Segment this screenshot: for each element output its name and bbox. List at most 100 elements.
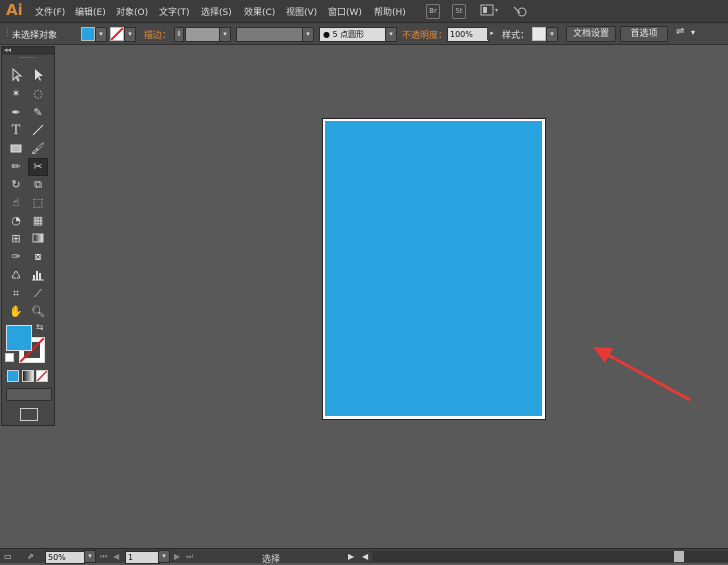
symbol-sprayer-tool-icon[interactable]: ♺ xyxy=(7,268,25,284)
stroke-weight-dropdown[interactable]: ▾ xyxy=(219,27,231,42)
style-dropdown-arrow[interactable]: ▾ xyxy=(546,27,558,42)
zoom-tool-icon[interactable]: 🔍︎ xyxy=(29,304,47,320)
free-transform-tool-icon[interactable]: ⬚ xyxy=(29,195,47,211)
workspace-layout-icon[interactable] xyxy=(480,4,500,17)
tools-grip[interactable] xyxy=(20,57,36,60)
artboard-number-field[interactable]: 1 xyxy=(125,551,160,564)
selection-tool-icon[interactable] xyxy=(7,67,25,84)
control-bar-grip: ⋮ xyxy=(3,28,12,38)
menu-type[interactable]: 文字(T) xyxy=(159,5,190,18)
menu-select[interactable]: 选择(S) xyxy=(201,5,232,18)
collapse-panel-icon[interactable]: ◂◂ xyxy=(4,46,11,54)
stock-icon[interactable]: St xyxy=(452,4,466,19)
rectangle-tool-icon[interactable] xyxy=(7,141,25,157)
current-tool-status: 选择 xyxy=(262,555,281,565)
last-artboard-icon[interactable]: ⏭ xyxy=(186,552,193,562)
zoom-dropdown-arrow[interactable]: ▾ xyxy=(84,550,96,563)
menu-edit[interactable]: 编辑(E) xyxy=(75,5,106,18)
fill-dropdown-arrow[interactable]: ▾ xyxy=(95,27,107,42)
curvature-tool-icon[interactable]: ✎ xyxy=(29,105,47,121)
warp-tool-icon[interactable]: ☝ xyxy=(7,195,25,211)
fill-color-swatch[interactable] xyxy=(81,27,95,41)
status-bar: ▭ ⇗ 50% ▾ ⏮ ◀ 1 ▾ ▶ ⏭ 选择 ▶ ◀ xyxy=(0,548,728,565)
scrollbar-thumb[interactable] xyxy=(674,551,684,562)
share-icon[interactable]: ⇗ xyxy=(27,552,34,561)
slice-tool-icon[interactable]: ⟋ xyxy=(29,286,47,302)
menu-object[interactable]: 对象(O) xyxy=(116,5,148,18)
mesh-tool-icon[interactable]: ⊞ xyxy=(7,231,25,247)
next-artboard-icon[interactable]: ▶ xyxy=(174,552,180,561)
type-tool-icon[interactable]: T xyxy=(7,123,25,139)
prev-artboard-icon[interactable]: ◀ xyxy=(113,552,119,561)
document-setup-button[interactable]: 文档设置 xyxy=(566,26,616,42)
opacity-label[interactable]: 不透明度： xyxy=(402,28,447,41)
sync-settings-icon[interactable] xyxy=(512,4,530,17)
stroke-weight-stepper[interactable]: ⇕ xyxy=(174,27,184,42)
shape-builder-tool-icon[interactable]: ◔ xyxy=(7,213,25,229)
zoom-field[interactable]: 50% xyxy=(45,551,85,564)
graphic-style-swatch[interactable] xyxy=(532,27,546,41)
panel-menu-arrow-icon[interactable]: ▾ xyxy=(691,28,695,37)
eyedropper-tool-icon[interactable]: ✑ xyxy=(7,249,25,265)
stroke-weight-field[interactable] xyxy=(185,27,220,42)
scale-tool-icon[interactable]: ⧉ xyxy=(29,177,47,193)
artboard-dropdown-arrow[interactable]: ▾ xyxy=(158,550,170,563)
blend-tool-icon[interactable]: ⧇ xyxy=(29,249,47,265)
stroke-color-swatch[interactable] xyxy=(110,27,124,41)
menu-effect[interactable]: 效果(C) xyxy=(244,5,275,18)
menu-view[interactable]: 视图(V) xyxy=(286,5,317,18)
status-menu-arrow-icon[interactable]: ▶ xyxy=(348,552,354,561)
brush-dot-icon: ● xyxy=(323,30,330,39)
stroke-dropdown-arrow[interactable]: ▾ xyxy=(124,27,136,42)
menu-bar: Ai 文件(F) 编辑(E) 对象(O) 文字(T) 选择(S) 效果(C) 视… xyxy=(0,0,728,23)
menu-file[interactable]: 文件(F) xyxy=(35,5,65,18)
opacity-arrow[interactable]: ▸ xyxy=(487,27,497,40)
scroll-left-icon[interactable]: ◀ xyxy=(362,552,368,561)
magic-wand-tool-icon[interactable]: ✶ xyxy=(7,86,25,102)
pen-tool-icon[interactable]: ✒ xyxy=(7,105,25,121)
perspective-grid-tool-icon[interactable]: ▦ xyxy=(29,213,47,229)
artboard-tool-icon[interactable]: ⌗ xyxy=(7,286,25,302)
blue-rectangle[interactable] xyxy=(325,121,542,416)
rotate-tool-icon[interactable]: ↻ xyxy=(7,177,25,193)
direct-selection-tool-icon[interactable] xyxy=(29,68,47,84)
default-fill-stroke-icon[interactable] xyxy=(5,353,14,362)
pencil-tool-icon[interactable]: ✏ xyxy=(7,159,25,175)
color-mode-icon[interactable] xyxy=(7,370,19,382)
menu-help[interactable]: 帮助(H) xyxy=(374,5,406,18)
tools-panel: ◂◂ ✶ ◌ ✒ ✎ T 🖌 ✏ ✂ ↻ ⧉ ☝ ⬚ ◔ ▦ ⊞ ✑ ⧇ ♺ ⌗… xyxy=(1,46,55,426)
paintbrush-tool-icon[interactable]: 🖌 xyxy=(29,141,47,157)
preferences-button[interactable]: 首选项 xyxy=(620,26,668,42)
column-graph-tool-icon[interactable] xyxy=(29,268,47,284)
stroke-label[interactable]: 描边： xyxy=(144,28,171,41)
app-logo: Ai xyxy=(6,1,23,19)
selection-status: 未选择对象 xyxy=(12,31,58,41)
bridge-icon[interactable]: Br xyxy=(426,4,440,19)
arrange-documents-icon[interactable]: ⇌ xyxy=(676,26,684,37)
swap-fill-stroke-icon[interactable]: ⇆ xyxy=(36,323,44,333)
brush-dropdown-arrow[interactable]: ▾ xyxy=(385,27,397,42)
lasso-tool-icon[interactable]: ◌ xyxy=(29,86,47,102)
none-mode-icon[interactable] xyxy=(36,370,48,382)
red-arrow-annotation xyxy=(593,347,691,402)
scissors-tool-icon[interactable]: ✂ xyxy=(28,158,48,176)
menu-window[interactable]: 窗口(W) xyxy=(328,5,362,18)
gradient-mode-icon[interactable] xyxy=(22,370,34,382)
screen-mode-icon[interactable] xyxy=(20,408,38,421)
first-artboard-icon[interactable]: ⏮ xyxy=(100,552,107,562)
control-bar: ⋮ 未选择对象 ▾ ▾ 描边： ⇕ ▾ ▾ ● 5 点圆形 ▾ 不透明度： 10… xyxy=(0,23,728,45)
gpu-icon[interactable]: ▭ xyxy=(4,552,12,561)
brush-value: 5 点圆形 xyxy=(332,30,365,39)
gradient-tool-icon[interactable] xyxy=(29,231,47,247)
fill-color-box[interactable] xyxy=(6,325,32,351)
tools-panel-header[interactable]: ◂◂ xyxy=(2,46,54,55)
horizontal-scrollbar[interactable] xyxy=(372,551,728,562)
variable-width-profile[interactable] xyxy=(236,27,303,42)
drawing-modes-icon[interactable] xyxy=(6,388,52,401)
opacity-field[interactable]: 100% xyxy=(447,27,489,42)
profile-dropdown-arrow[interactable]: ▾ xyxy=(302,27,314,42)
style-label: 样式： xyxy=(502,31,530,41)
brush-definition-field[interactable]: ● 5 点圆形 xyxy=(319,27,387,42)
line-tool-icon[interactable] xyxy=(29,123,47,139)
hand-tool-icon[interactable]: ✋ xyxy=(7,304,25,320)
